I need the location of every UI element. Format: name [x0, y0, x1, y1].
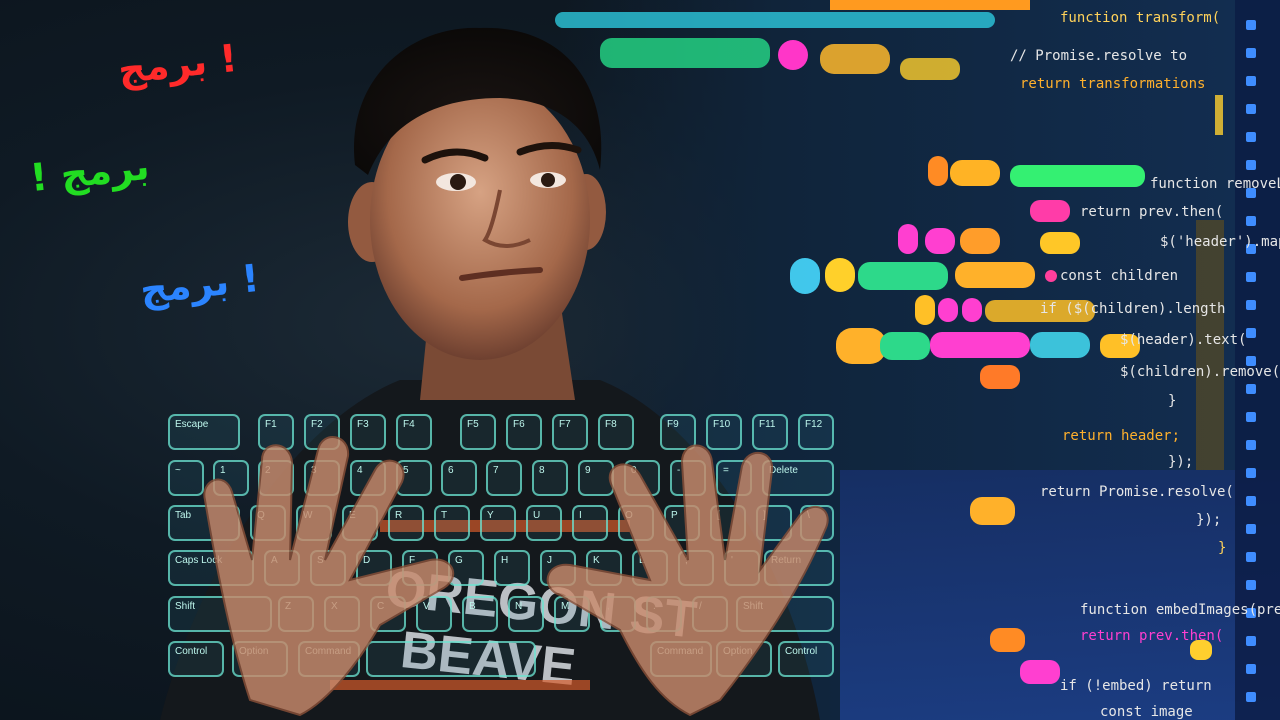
- right-hand: [546, 444, 829, 717]
- left-hand: [203, 436, 455, 717]
- hands: [203, 436, 829, 717]
- thumbnail-scene: function transform(// Promise.resolve to…: [0, 0, 1280, 720]
